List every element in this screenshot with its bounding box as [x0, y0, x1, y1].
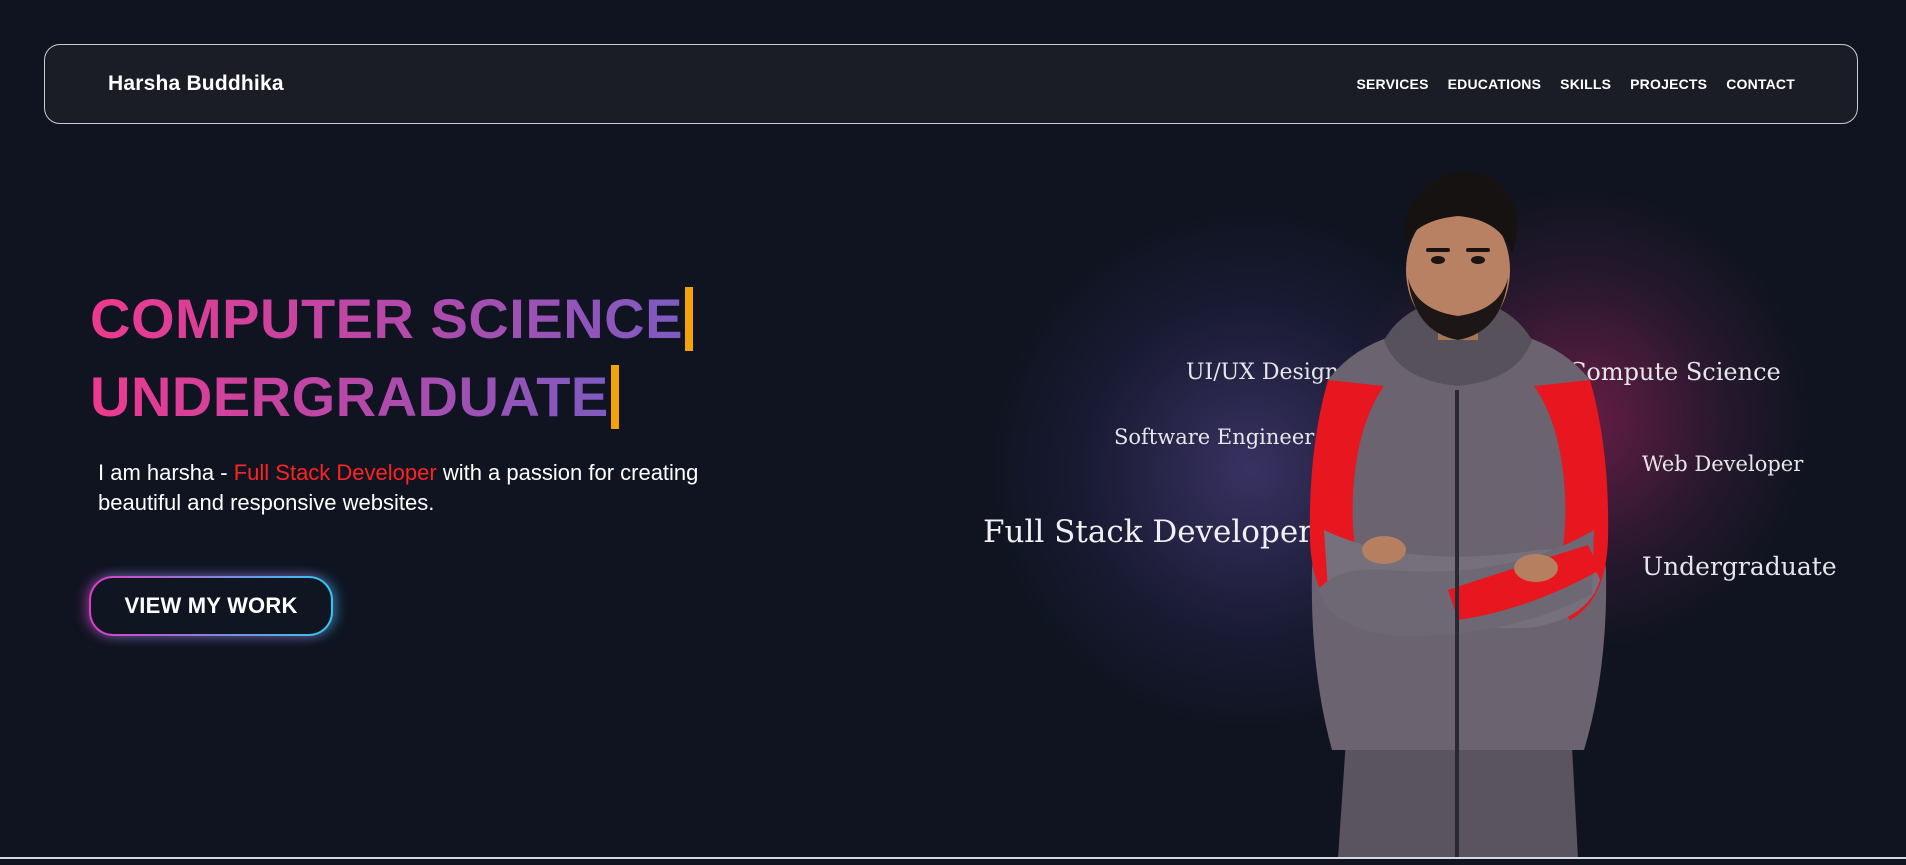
tag-software-engineer: Software Engineer	[1114, 425, 1315, 449]
view-my-work-button[interactable]: VIEW MY WORK	[89, 576, 333, 636]
tag-web-developer: Web Developer	[1642, 452, 1804, 476]
headline-text-2: UNDERGRADUATE	[90, 358, 609, 436]
nav-links: SERVICES EDUCATIONS SKILLS PROJECTS CONT…	[1356, 76, 1795, 92]
tag-full-stack-developer: Full Stack Developer	[983, 514, 1313, 550]
typing-caret	[684, 287, 693, 351]
nav-link-skills[interactable]: SKILLS	[1560, 76, 1611, 92]
intro-prefix: I am harsha -	[98, 460, 234, 485]
headline-line-1: COMPUTER SCIENCE	[90, 280, 693, 358]
hero-headline: COMPUTER SCIENCE UNDERGRADUATE	[90, 280, 693, 436]
bottom-divider	[0, 857, 1906, 859]
tag-undergraduate: Undergraduate	[1642, 552, 1837, 581]
hero-visual: UI/UX Designer Software Engineer Full St…	[950, 150, 1856, 858]
person-portrait-icon	[1309, 172, 1609, 858]
hero-intro: I am harsha - Full Stack Developer with …	[98, 458, 738, 518]
nav-link-contact[interactable]: CONTACT	[1726, 76, 1795, 92]
navbar: Harsha Buddhika SERVICES EDUCATIONS SKIL…	[44, 44, 1858, 124]
nav-link-educations[interactable]: EDUCATIONS	[1448, 76, 1542, 92]
intro-role: Full Stack Developer	[233, 460, 437, 485]
portfolio-page: Harsha Buddhika SERVICES EDUCATIONS SKIL…	[0, 0, 1906, 865]
brand-name[interactable]: Harsha Buddhika	[108, 72, 284, 96]
nav-link-services[interactable]: SERVICES	[1356, 76, 1428, 92]
nav-link-projects[interactable]: PROJECTS	[1630, 76, 1707, 92]
headline-line-2: UNDERGRADUATE	[90, 358, 693, 436]
typing-caret	[610, 365, 619, 429]
headline-text-1: COMPUTER SCIENCE	[90, 280, 683, 358]
